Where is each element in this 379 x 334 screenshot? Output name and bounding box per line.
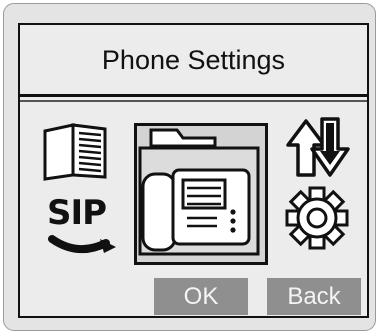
transfer-arrows-icon[interactable]: [282, 113, 356, 183]
phonebook-icon[interactable]: [41, 121, 111, 181]
sip-label: SIP: [47, 193, 107, 233]
title-divider: [20, 100, 367, 102]
desk-phone-icon: [138, 128, 260, 256]
gear-icon[interactable]: [284, 185, 350, 251]
sip-icon[interactable]: SIP: [44, 193, 124, 255]
ok-button[interactable]: OK: [154, 278, 248, 315]
lcd-screen: Phone Settings SIP OK Back: [18, 23, 369, 318]
page-title: Phone Settings: [101, 45, 286, 75]
back-button[interactable]: Back: [267, 278, 361, 315]
title-bar: Phone Settings: [20, 25, 367, 97]
selected-item[interactable]: [134, 123, 268, 265]
device-frame: Phone Settings SIP OK Back: [3, 3, 376, 331]
